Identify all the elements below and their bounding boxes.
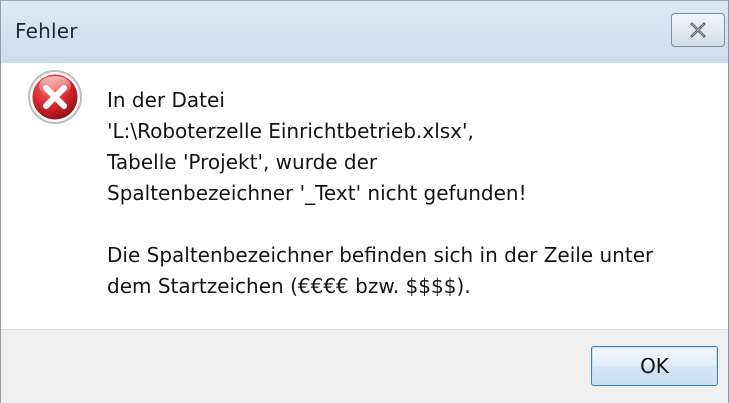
error-icon — [28, 70, 82, 124]
ok-button[interactable]: OK — [591, 346, 718, 386]
button-bar: OK — [1, 329, 728, 403]
message-line: Tabelle 'Projekt', wurde der — [107, 150, 378, 174]
message-line: dem Startzeichen (€€€€ bzw. $$$$). — [107, 274, 471, 298]
message-line: Die Spaltenbezeichner befinden sich in d… — [107, 243, 654, 267]
message-line: 'L:\Roboterzelle Einrichtbetrieb.xlsx', — [107, 119, 474, 143]
message-area: In der Datei 'L:\Roboterzelle Einrichtbe… — [9, 63, 722, 329]
close-button[interactable] — [671, 13, 725, 47]
error-dialog: Fehler In der Datei 'L:\Roboterzelle Ein… — [0, 0, 729, 403]
error-message: In der Datei 'L:\Roboterzelle Einrichtbe… — [107, 85, 707, 302]
message-line: In der Datei — [107, 88, 225, 112]
message-line: Spaltenbezeichner '_Text' nicht gefunden… — [107, 181, 527, 205]
title-bar[interactable]: Fehler — [1, 0, 728, 63]
close-icon — [690, 22, 706, 38]
window-title: Fehler — [15, 19, 78, 43]
